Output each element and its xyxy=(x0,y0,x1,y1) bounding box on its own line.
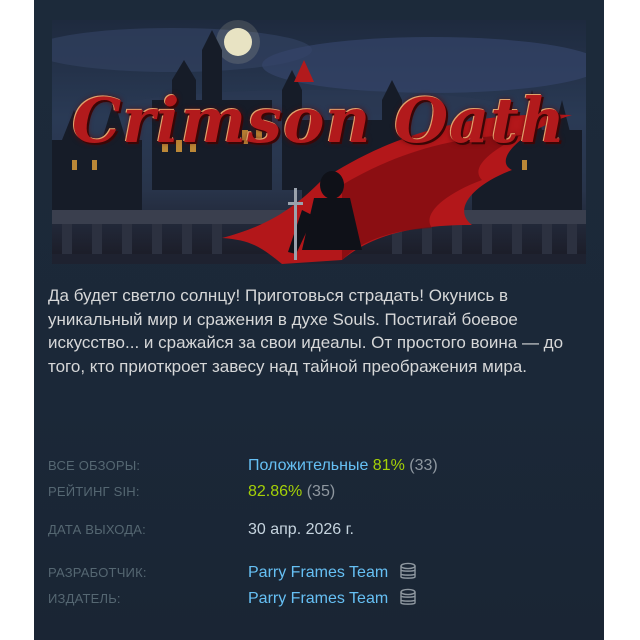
coins-stack-icon[interactable] xyxy=(399,588,417,606)
game-info-panel: Crimson Oath Да будет светло солнцу! При… xyxy=(34,0,604,640)
developer-row: РАЗРАБОТЧИК: Parry Frames Team xyxy=(48,562,588,584)
publisher-label: ИЗДАТЕЛЬ: xyxy=(48,591,121,606)
header-capsule-image[interactable]: Crimson Oath xyxy=(52,20,586,264)
developer-value: Parry Frames Team xyxy=(248,562,417,584)
publisher-row: ИЗДАТЕЛЬ: Parry Frames Team xyxy=(48,588,588,610)
sword-shape xyxy=(294,188,297,260)
release-date-value: 30 апр. 2026 г. xyxy=(248,521,354,538)
game-description: Да будет светло солнцу! Приготовься стра… xyxy=(48,286,564,376)
reviews-count: (33) xyxy=(409,457,438,474)
publisher-value: Parry Frames Team xyxy=(248,588,417,610)
publisher-link[interactable]: Parry Frames Team xyxy=(248,590,388,607)
developer-link[interactable]: Parry Frames Team xyxy=(248,564,388,581)
developer-label: РАЗРАБОТЧИК: xyxy=(48,565,147,580)
sih-rating-percent: 82.86% xyxy=(248,483,303,500)
release-date-label: ДАТА ВЫХОДА: xyxy=(48,522,146,537)
reviews-row: ВСЕ ОБЗОРЫ: Положительные 81% (33) xyxy=(48,455,588,477)
coins-stack-icon[interactable] xyxy=(399,562,417,580)
sih-rating-row: РЕЙТИНГ SIH: 82.86% (35) xyxy=(48,481,588,503)
game-logo-title: Crimson Oath xyxy=(72,84,566,157)
reviews-label: ВСЕ ОБЗОРЫ: xyxy=(48,458,141,473)
sih-rating-count: (35) xyxy=(306,483,336,500)
reviews-percent: 81% xyxy=(372,457,405,474)
sih-rating-label: РЕЙТИНГ SIH: xyxy=(48,484,140,499)
reviews-summary[interactable]: Положительные xyxy=(248,457,368,474)
reviews-value[interactable]: Положительные 81% (33) xyxy=(248,455,438,477)
release-date-row: ДАТА ВЫХОДА: 30 апр. 2026 г. xyxy=(48,519,588,541)
sih-rating-value: 82.86% (35) xyxy=(248,481,335,503)
